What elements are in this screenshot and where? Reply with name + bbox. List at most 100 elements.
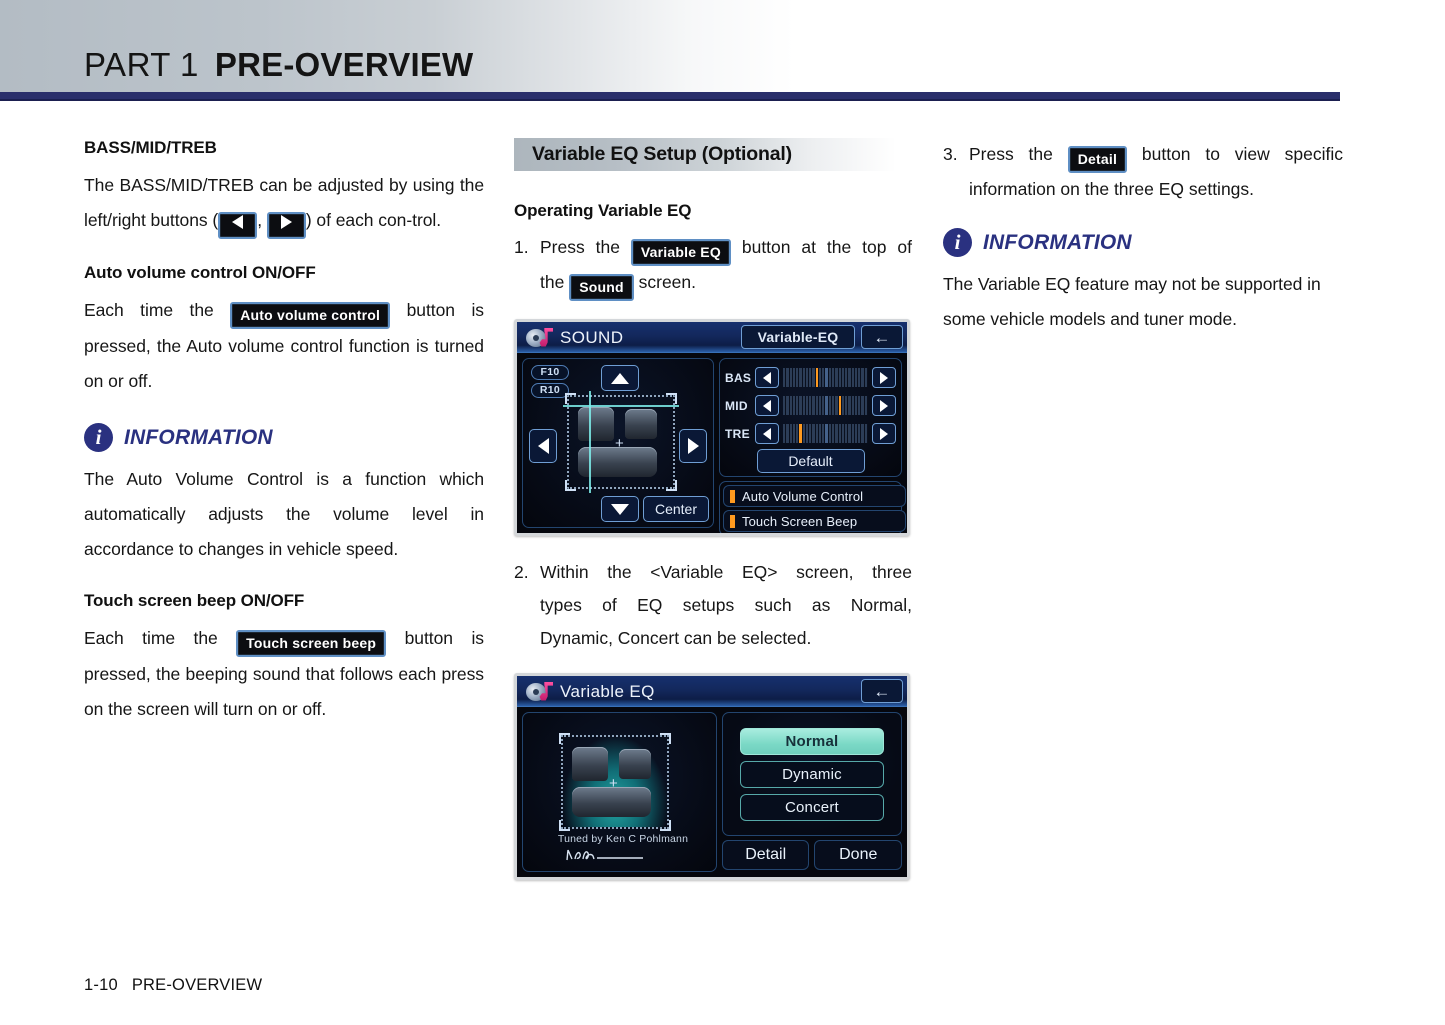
eq-increase-button[interactable] — [872, 367, 896, 388]
eq-tick — [861, 424, 864, 443]
eq-preset-dynamic[interactable]: Dynamic — [739, 760, 884, 788]
eq-tick — [818, 368, 822, 387]
step-3: 3. Press the Detail button to view speci… — [943, 138, 1343, 206]
back-arrow-icon: ← — [873, 681, 891, 701]
eq-tick — [854, 396, 858, 415]
eq-tick — [831, 424, 835, 443]
crosshair-horizontal — [563, 405, 679, 407]
step1-text-b: button at the top of — [741, 237, 912, 257]
sound-disc-note-icon — [526, 327, 556, 348]
eq-preset-normal[interactable]: Normal — [739, 727, 884, 755]
eq-tick — [805, 396, 809, 415]
eq-tick — [818, 396, 822, 415]
eq-tick — [805, 424, 809, 443]
eq-decrease-button[interactable] — [755, 367, 779, 388]
touch-screen-beep-toggle[interactable]: Touch Screen Beep — [723, 510, 906, 532]
back-button[interactable]: ← — [861, 679, 903, 703]
info-icon: i — [84, 423, 113, 452]
eq-tick — [796, 396, 799, 415]
seat-front-right-icon — [625, 409, 657, 439]
eq-tick — [786, 368, 789, 387]
page-footer: 1-10 PRE-OVERVIEW — [84, 976, 262, 995]
page-header: PART 1 PRE-OVERVIEW — [0, 0, 1445, 92]
eq-tick — [802, 396, 805, 415]
eq-label: TRE — [725, 426, 750, 441]
eq-level-bar[interactable] — [783, 424, 868, 443]
variable-eq-screen-body: + Tuned by Ken C Pohlmann Normal Dynamic… — [517, 707, 907, 877]
default-button[interactable]: Default — [756, 449, 865, 473]
triangle-left-icon — [763, 399, 771, 412]
center-button[interactable]: Center — [643, 496, 709, 522]
step-1-number: 1. — [514, 237, 529, 257]
step-2-number: 2. — [514, 562, 529, 582]
eq-increase-button[interactable] — [872, 395, 896, 416]
seat-position-diagram: + — [559, 733, 671, 831]
page-title: PART 1 PRE-OVERVIEW — [84, 46, 473, 84]
fader-up-button[interactable] — [601, 365, 639, 391]
toggle-led-icon — [730, 489, 735, 503]
eq-tick — [848, 396, 851, 415]
eq-tick — [854, 424, 858, 443]
step1-text-a: Press the — [540, 237, 620, 257]
detail-chip[interactable]: Detail — [1067, 146, 1128, 173]
variable-eq-preview-panel: + Tuned by Ken C Pohlmann — [522, 712, 717, 872]
done-button[interactable]: Done — [814, 840, 903, 870]
toggle-led-icon — [730, 514, 735, 528]
bass-text-part2: , — [257, 210, 267, 230]
toggle-label: Auto Volume Control — [742, 488, 864, 504]
triangle-right-icon — [880, 427, 888, 440]
toggle-panel: Auto Volume Control Touch Screen Beep — [719, 481, 906, 533]
step-2: 2. Within the <Variable EQ> screen, thre… — [514, 556, 912, 655]
triangle-down-icon — [611, 503, 629, 515]
step-2-line-2: types of EQ setups such as Normal, — [540, 595, 912, 615]
eq-row: MID — [725, 393, 896, 418]
eq-tick — [848, 424, 851, 443]
sound-screen-title: SOUND — [560, 327, 624, 347]
eq-preset-list: Normal Dynamic Concert — [721, 712, 902, 836]
eq-level-bar[interactable] — [783, 368, 868, 387]
eq-level-bar[interactable] — [783, 396, 868, 415]
eq-tick — [831, 396, 835, 415]
balance-left-button[interactable] — [529, 429, 557, 463]
eq-decrease-button[interactable] — [755, 423, 779, 444]
crosshair-center-icon: + — [609, 775, 618, 792]
left-arrow-chip[interactable] — [218, 212, 258, 239]
eq-tick — [809, 396, 812, 415]
triangle-right-icon — [880, 371, 888, 384]
eq-tick — [845, 396, 848, 415]
eq-tick — [841, 368, 845, 387]
triangle-left-icon — [232, 215, 244, 229]
eq-preset-concert[interactable]: Concert — [739, 793, 884, 821]
back-button[interactable]: ← — [861, 325, 903, 349]
paragraph-bass-mid-treb: The BASS/MID/TREB can be adjusted by usi… — [84, 168, 484, 239]
eq-tick — [805, 368, 809, 387]
variable-eq-chip[interactable]: Variable EQ — [630, 239, 731, 266]
heading-auto-volume-control: Auto volume control ON/OFF — [84, 263, 316, 282]
fader-down-button[interactable] — [601, 496, 639, 522]
variable-eq-action-bar: Detail Done — [721, 840, 903, 870]
eq-tick — [828, 396, 831, 415]
auto-volume-control-chip[interactable]: Auto volume control — [230, 302, 391, 329]
variable-eq-button[interactable]: Variable-EQ — [741, 325, 855, 349]
equalizer-section: BAS MID TRE Default Auto Volume Control … — [719, 358, 906, 533]
touch-screen-beep-chip[interactable]: Touch screen beep — [236, 630, 387, 657]
eq-tick — [783, 424, 786, 443]
eq-tick — [799, 424, 802, 443]
eq-increase-button[interactable] — [872, 423, 896, 444]
sound-screen-image: SOUND Variable-EQ ← F10 R10 Center + BAS… — [514, 319, 910, 536]
auto-volume-control-toggle[interactable]: Auto Volume Control — [723, 485, 906, 507]
sound-screen-body: F10 R10 Center + BAS MID TRE Default Aut… — [517, 353, 907, 533]
detail-button[interactable]: Detail — [721, 840, 810, 870]
eq-tick — [838, 368, 841, 387]
eq-decrease-button[interactable] — [755, 395, 779, 416]
sound-chip[interactable]: Sound — [569, 274, 634, 301]
balance-right-button[interactable] — [679, 429, 707, 463]
beep-text-part1: Each time the — [84, 628, 218, 648]
eq-tick — [818, 424, 822, 443]
paragraph-auto-volume-control: Each time the Auto volume control button… — [84, 293, 484, 399]
eq-tick — [802, 424, 805, 443]
step3-text-a: Press the — [969, 144, 1053, 164]
sound-screen-titlebar: SOUND Variable-EQ ← — [517, 322, 907, 353]
right-arrow-chip[interactable] — [266, 212, 306, 239]
toggle-label: Touch Screen Beep — [742, 513, 858, 529]
